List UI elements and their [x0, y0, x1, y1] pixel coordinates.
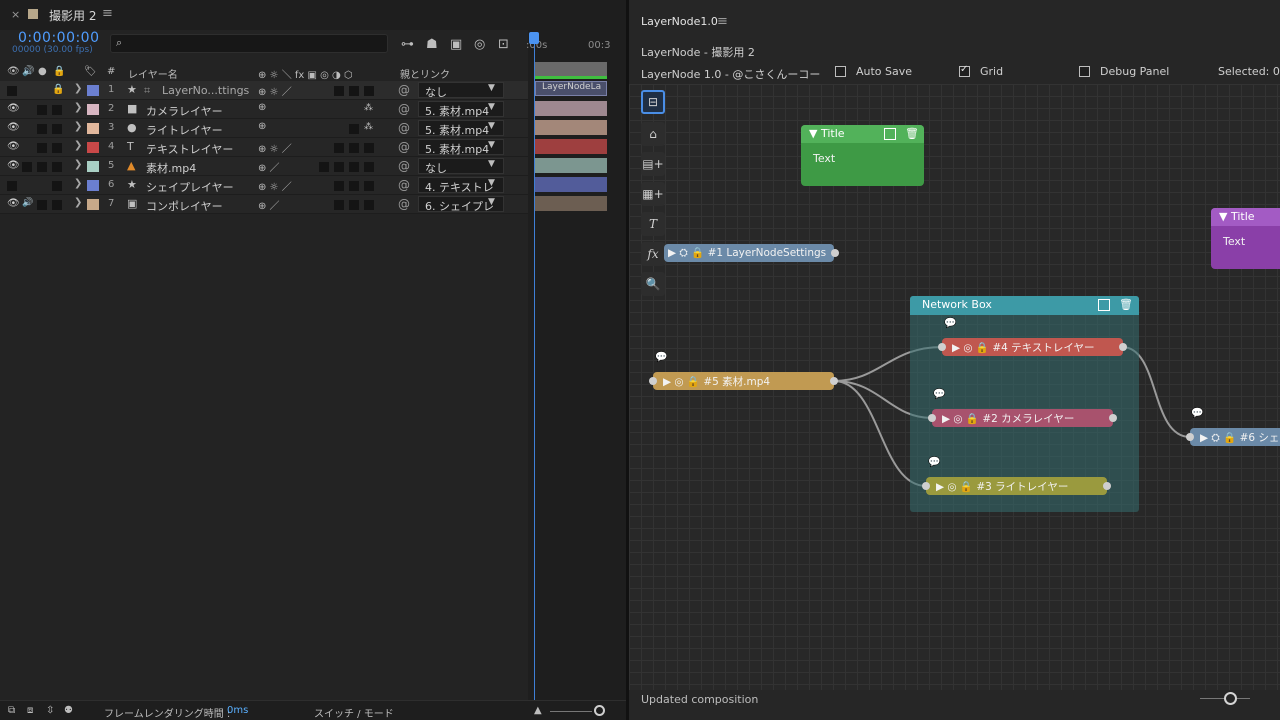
node-label: ▶ ◎ 🔒 #3 ライトレイヤー	[936, 481, 1069, 493]
comment-card[interactable]: ▼ Title 🗑 Text	[801, 125, 924, 186]
node-label: ▶ ◎ 🔒 #4 テキストレイヤー	[952, 342, 1095, 354]
comment-bubble-icon[interactable]: 💬	[928, 457, 940, 468]
card-title: ▼ Title	[1219, 210, 1255, 223]
layer-node[interactable]: ▶ ⛭ 🔒 #6 シェ	[1186, 428, 1280, 446]
comment-bubble-icon[interactable]: 💬	[1191, 408, 1203, 419]
layer-node-settings[interactable]: ▶ ⛭ 🔒 #1 LayerNodeSettings	[664, 244, 839, 262]
network-box-header[interactable]: Network Box 🗑	[910, 296, 1139, 315]
node-label-text: #6 シェ	[1239, 432, 1280, 444]
select-checkbox[interactable]	[884, 128, 896, 140]
layer-node[interactable]: ▶ ◎ 🔒 #4 テキストレイヤー	[938, 338, 1127, 356]
node-label: ▶ ◎ 🔒 #2 カメラレイヤー	[942, 413, 1075, 425]
comment-bubble-icon[interactable]: 💬	[933, 389, 945, 400]
trash-icon[interactable]: 🗑	[905, 127, 919, 140]
layer-node[interactable]: ▶ ◎ 🔒 #5 素材.mp4	[649, 372, 838, 390]
status-message: Updated composition	[641, 693, 759, 706]
comment-bubble-icon[interactable]: 💬	[655, 352, 667, 363]
card-title: ▼ Title	[809, 127, 845, 140]
layer-node[interactable]: ▶ ◎ 🔒 #3 ライトレイヤー	[922, 477, 1111, 495]
output-port[interactable]	[831, 249, 839, 257]
card-text[interactable]: Text	[813, 152, 835, 165]
node-label-text: #1 LayerNodeSettings	[707, 247, 827, 259]
input-port[interactable]	[928, 414, 936, 422]
card-header[interactable]: ▼ Title	[1211, 208, 1280, 226]
node-label-text: #3 ライトレイヤー	[976, 481, 1069, 493]
input-port[interactable]	[1186, 433, 1194, 441]
node-label: ▶ ⛭ 🔒 #1 LayerNodeSettings	[668, 247, 827, 259]
network-box-title: Network Box	[922, 298, 992, 311]
output-port[interactable]	[1103, 482, 1111, 490]
output-port[interactable]	[1109, 414, 1117, 422]
card-title-text: Title	[820, 127, 845, 140]
input-port[interactable]	[938, 343, 946, 351]
trash-icon[interactable]: 🗑	[1119, 298, 1133, 311]
node-label-text: #5 素材.mp4	[703, 376, 771, 388]
input-port[interactable]	[922, 482, 930, 490]
node-label-text: #4 テキストレイヤー	[992, 342, 1095, 354]
layer-node[interactable]: ▶ ◎ 🔒 #2 カメラレイヤー	[928, 409, 1117, 427]
panel-divider[interactable]	[626, 0, 629, 720]
node-label: ▶ ⛭ 🔒 #6 シェ	[1200, 432, 1280, 444]
canvas-zoom-knob[interactable]	[1224, 692, 1237, 705]
node-label: ▶ ◎ 🔒 #5 素材.mp4	[663, 376, 771, 388]
comment-bubble-icon[interactable]: 💬	[944, 318, 956, 329]
select-checkbox[interactable]	[1098, 299, 1110, 311]
input-port[interactable]	[649, 377, 657, 385]
output-port[interactable]	[830, 377, 838, 385]
card-text[interactable]: Text	[1223, 235, 1245, 248]
comment-card[interactable]: ▼ Title Text	[1211, 208, 1280, 269]
output-port[interactable]	[1119, 343, 1127, 351]
card-header[interactable]: ▼ Title 🗑	[801, 125, 924, 143]
node-label-text: #2 カメラレイヤー	[982, 413, 1075, 425]
card-title-text: Title	[1230, 210, 1255, 223]
